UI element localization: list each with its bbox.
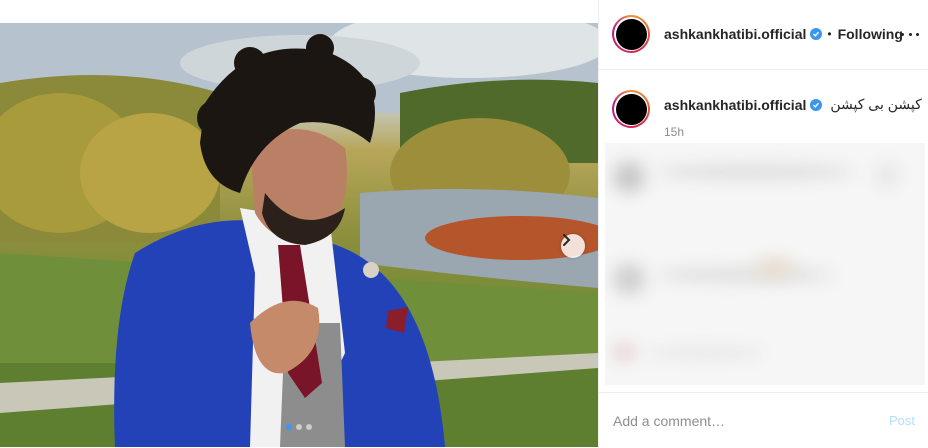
avatar-image bbox=[615, 18, 647, 50]
verified-badge-icon bbox=[810, 98, 823, 111]
header-username-link[interactable]: ashkankhatibi.official bbox=[664, 26, 806, 42]
caption-avatar[interactable] bbox=[612, 90, 650, 128]
carousel-next-button[interactable] bbox=[561, 234, 585, 258]
post-comment-button[interactable]: Post bbox=[889, 413, 915, 428]
avatar-image bbox=[615, 93, 647, 125]
post-photo[interactable] bbox=[0, 23, 598, 447]
post-sidebar: ashkankhatibi.official • Following ashka… bbox=[598, 0, 928, 447]
following-button[interactable]: Following bbox=[838, 26, 903, 42]
header-separator: • bbox=[827, 27, 832, 41]
carousel-dot bbox=[296, 424, 302, 430]
post-timestamp[interactable]: 15h bbox=[664, 125, 684, 139]
carousel-dot bbox=[306, 424, 312, 430]
blurred-comments-area bbox=[605, 143, 925, 385]
carousel-indicator bbox=[286, 424, 312, 430]
caption: ashkankhatibi.official کپشن بی کپشن bbox=[664, 96, 922, 113]
carousel-dot-active bbox=[286, 424, 292, 430]
page-background bbox=[0, 0, 598, 23]
post-header: ashkankhatibi.official • Following bbox=[599, 0, 928, 70]
verified-badge-icon bbox=[810, 28, 823, 40]
photo-scene bbox=[0, 23, 598, 447]
chevron-right-icon bbox=[563, 234, 571, 246]
more-options-icon[interactable] bbox=[901, 26, 919, 42]
author-avatar[interactable] bbox=[612, 15, 650, 53]
caption-username-link[interactable]: ashkankhatibi.official bbox=[664, 97, 806, 113]
comment-bar: Post bbox=[599, 392, 928, 448]
caption-text: کپشن بی کپشن bbox=[830, 96, 922, 112]
comment-input[interactable] bbox=[613, 411, 863, 431]
